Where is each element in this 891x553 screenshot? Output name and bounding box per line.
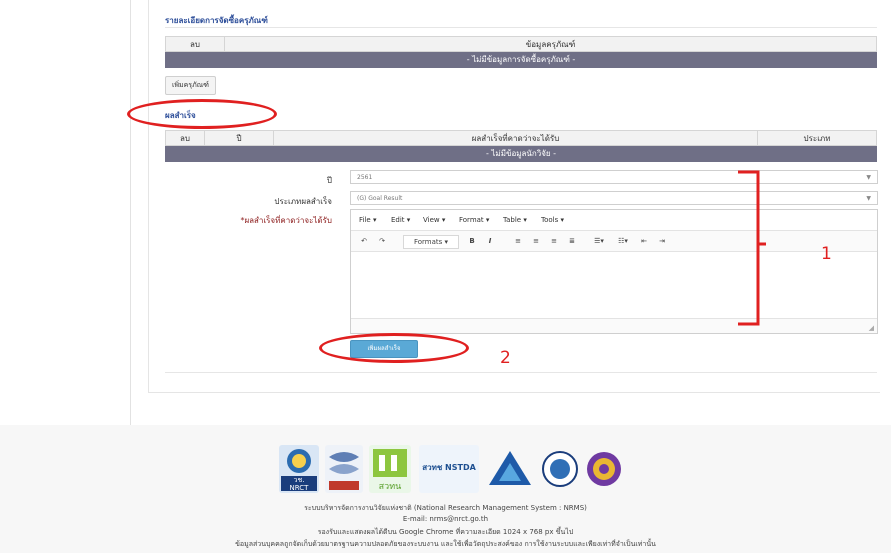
result-table: ลบ ปี ผลสำเร็จที่คาดว่าจะได้รับ ประเภท -… [165, 130, 877, 162]
year-label: ปี [326, 176, 332, 185]
footer-system-name: ระบบบริหารจัดการงานวิจัยแห่งชาติ (Nation… [304, 504, 587, 512]
menu-edit[interactable]: Edit ▾ [391, 216, 410, 224]
bullet-list-icon[interactable]: ☰▾ [589, 235, 609, 247]
nrms-logo [325, 445, 363, 493]
equipment-empty-row: - ไม่มีข้อมูลการจัดซื้อครุภัณฑ์ - [165, 51, 877, 68]
rich-text-editor[interactable]: File ▾ Edit ▾ View ▾ Format ▾ Table ▾ To… [350, 209, 878, 334]
indent-icon[interactable]: ⇥ [655, 235, 669, 247]
add-equipment-button[interactable]: เพิ่มครุภัณฑ์ [165, 76, 216, 95]
partner-logos: วช. NRCT สวทน สวทช NSTDA [279, 445, 639, 493]
seal-logo [585, 445, 623, 493]
align-justify-icon[interactable]: ≣ [565, 235, 579, 247]
col-expected-result: ผลสำเร็จที่คาดว่าจะได้รับ [273, 130, 758, 146]
col-equipment-info: ข้อมูลครุภัณฑ์ [224, 36, 877, 52]
align-left-icon[interactable]: ≡ [511, 235, 525, 247]
tsri-logo-text: สวทน [378, 482, 402, 492]
footer-disclaimer: ข้อมูลส่วนบุคคลถูกจัดเก็บด้วยมาตรฐานความ… [235, 540, 656, 548]
nrct-logo-subtext: NRCT [289, 484, 309, 492]
year-select[interactable]: 2561 ▼ [350, 170, 878, 184]
result-type-label: ประเภทผลสำเร็จ [274, 197, 332, 206]
footer-browser-note: รองรับและแสดงผลได้ดีบน Google Chrome ที่… [317, 528, 574, 536]
formats-dropdown[interactable]: Formats ▾ [403, 235, 459, 249]
undo-icon[interactable]: ↶ [357, 235, 371, 247]
annotation-ellipse-submit [319, 333, 469, 363]
menu-view[interactable]: View ▾ [423, 216, 445, 224]
annotation-label-1: 1 [821, 244, 832, 264]
bold-button[interactable]: B [465, 235, 479, 247]
result-empty-row: - ไม่มีข้อมูลนักวิจัย - [165, 145, 877, 162]
align-center-icon[interactable]: ≡ [529, 235, 543, 247]
chevron-down-icon: ▼ [866, 174, 871, 181]
triangle-logo [485, 445, 535, 493]
menu-tools[interactable]: Tools ▾ [541, 216, 564, 224]
result-type-select-value: (G) Goal Result [357, 195, 403, 202]
editor-toolbar: ↶ ↷ Formats ▾ B I ≡ ≡ ≡ ≣ ☰▾ ☷▾ ⇤ ⇥ [351, 231, 877, 252]
nstda-logo: สวทช NSTDA [419, 445, 479, 493]
numbered-list-icon[interactable]: ☷▾ [613, 235, 633, 247]
expected-result-label: *ผลสำเร็จที่คาดว่าจะได้รับ [240, 216, 332, 225]
equipment-section-title: รายละเอียดการจัดซื้อครุภัณฑ์ [165, 16, 268, 25]
year-select-value: 2561 [357, 174, 373, 181]
result-type-select[interactable]: (G) Goal Result ▼ [350, 191, 878, 205]
outdent-icon[interactable]: ⇤ [637, 235, 651, 247]
nrct-logo-text: วช. [293, 476, 305, 484]
annotation-label-2: 2 [500, 348, 511, 368]
menu-table[interactable]: Table ▾ [503, 216, 527, 224]
equipment-table: ลบ ข้อมูลครุภัณฑ์ - ไม่มีข้อมูลการจัดซื้… [165, 36, 877, 68]
nrct-logo: วช. NRCT [279, 445, 319, 493]
editor-menubar: File ▾ Edit ▾ View ▾ Format ▾ Table ▾ To… [351, 210, 877, 231]
editor-statusbar: ◢ [351, 318, 877, 333]
align-right-icon[interactable]: ≡ [547, 235, 561, 247]
col-delete: ลบ [165, 130, 205, 146]
resize-handle-icon[interactable]: ◢ [869, 324, 874, 332]
italic-button[interactable]: I [483, 235, 497, 247]
form-bottom-divider [165, 372, 877, 373]
annotation-bracket [738, 170, 766, 326]
tsri-logo: สวทน [369, 445, 411, 493]
menu-format[interactable]: Format ▾ [459, 216, 489, 224]
col-type: ประเภท [757, 130, 877, 146]
sko-logo [541, 445, 579, 493]
annotation-ellipse-result-title [127, 99, 277, 129]
chevron-down-icon: ▼ [866, 195, 871, 202]
footer-email: E-mail: nrms@nrct.go.th [402, 515, 489, 523]
nstda-logo-text: สวทช NSTDA [422, 463, 476, 472]
equipment-divider [165, 27, 877, 28]
left-gutter [0, 0, 131, 425]
col-delete: ลบ [165, 36, 225, 52]
editor-content-area[interactable] [351, 252, 877, 320]
menu-file[interactable]: File ▾ [359, 216, 376, 224]
col-year: ปี [204, 130, 274, 146]
redo-icon[interactable]: ↷ [375, 235, 389, 247]
